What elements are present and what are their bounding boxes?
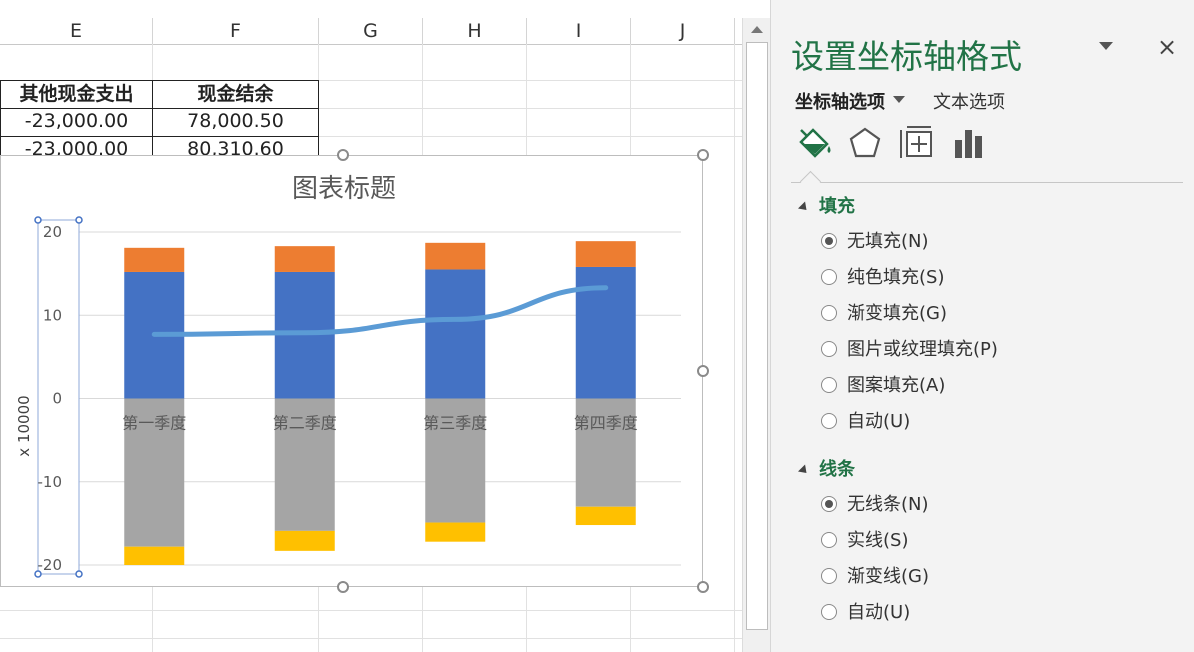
y-axis-selection-handle[interactable] [34, 216, 42, 224]
axis-options-icon[interactable] [949, 124, 989, 164]
section-fill-header[interactable]: 填充 [797, 192, 855, 218]
section-fill-title: 填充 [819, 196, 855, 217]
pane-options-dropdown-icon[interactable] [1099, 42, 1113, 50]
section-line-title: 线条 [819, 459, 855, 480]
option-label: 无线条(N) [847, 494, 929, 515]
radio-button-icon[interactable] [821, 341, 837, 357]
radio-button-icon[interactable] [821, 233, 837, 249]
chart-area[interactable]: 图表标题 x 10000 20 10 0 -10 -20 第一季度 第二季度 第三季度 第四季度 [0, 155, 703, 587]
x-tick-label[interactable]: 第一季度 [122, 414, 186, 433]
y-tick-label[interactable]: 20 [43, 223, 62, 241]
radio-button-icon[interactable] [821, 568, 837, 584]
chevron-down-icon[interactable] [893, 96, 905, 103]
chart-bar[interactable] [575, 506, 636, 526]
collapse-triangle-icon [797, 200, 811, 214]
x-tick-label[interactable]: 第三季度 [423, 414, 487, 433]
vertical-scrollbar[interactable] [742, 18, 771, 652]
gridline [0, 610, 742, 611]
chart-bar[interactable] [124, 546, 185, 565]
chart-bar[interactable] [274, 530, 335, 551]
pane-title: 设置坐标轴格式 [791, 37, 1022, 76]
scrollbar-thumb[interactable] [746, 42, 768, 630]
y-tick-label[interactable]: -20 [38, 556, 63, 574]
fill-line-icon[interactable] [795, 124, 835, 164]
chart-line-series[interactable] [151, 285, 609, 337]
x-tick-label[interactable]: 第二季度 [273, 414, 337, 433]
chart-resize-handle-right[interactable] [697, 365, 709, 377]
column-header-i[interactable]: I [527, 18, 631, 44]
spreadsheet-grid[interactable]: E F G H I J 其他现金支出 现金结余 -23,000.00 78,00… [0, 0, 742, 652]
table-header-cash-balance[interactable]: 现金结余 [152, 80, 319, 109]
collapse-triangle-icon [797, 463, 811, 477]
option-label: 无填充(N) [847, 231, 929, 252]
icon-bar-divider [791, 182, 1183, 183]
section-line-header[interactable]: 线条 [797, 455, 855, 481]
chart-bar[interactable] [425, 522, 486, 542]
chart-bar[interactable] [425, 269, 486, 399]
chart-resize-handle-bottom-right[interactable] [697, 581, 709, 593]
chart-bar[interactable] [575, 241, 636, 267]
y-axis-label[interactable]: x 10000 [15, 395, 33, 456]
radio-button-icon[interactable] [821, 496, 837, 512]
size-properties-icon[interactable] [897, 124, 937, 164]
column-header-h[interactable]: H [423, 18, 527, 44]
radio-button-icon[interactable] [821, 604, 837, 620]
option-label: 图案填充(A) [847, 375, 946, 396]
column-header-g[interactable]: G [319, 18, 423, 44]
x-tick-label[interactable]: 第四季度 [574, 414, 638, 433]
y-axis-selection-handle[interactable] [75, 216, 83, 224]
option-label: 实线(S) [847, 530, 909, 551]
effects-icon[interactable] [845, 124, 885, 164]
option-label: 自动(U) [847, 602, 911, 623]
option-label: 自动(U) [847, 411, 911, 432]
radio-button-icon[interactable] [821, 305, 837, 321]
radio-button-icon[interactable] [821, 269, 837, 285]
column-header-e[interactable]: E [0, 18, 153, 44]
table-cell[interactable]: 78,000.50 [152, 108, 319, 137]
chart-resize-handle-top[interactable] [337, 149, 349, 161]
table-cell[interactable]: -23,000.00 [0, 108, 153, 137]
option-label: 纯色填充(S) [847, 267, 945, 288]
radio-button-icon[interactable] [821, 377, 837, 393]
chart-resize-handle-bottom[interactable] [337, 581, 349, 593]
chart-bar[interactable] [425, 242, 486, 270]
y-tick-label[interactable]: 0 [52, 390, 62, 408]
radio-button-icon[interactable] [821, 532, 837, 548]
format-axis-pane: 设置坐标轴格式 × 坐标轴选项 文本选项 填充 无填充(N) 纯色填充(S) 渐… [770, 0, 1194, 652]
scroll-up-icon[interactable] [751, 26, 763, 33]
tab-axis-options[interactable]: 坐标轴选项 [795, 88, 885, 114]
y-tick-label[interactable]: -10 [38, 473, 63, 491]
gridline [0, 638, 742, 639]
tab-text-options[interactable]: 文本选项 [933, 88, 1005, 114]
column-header-f[interactable]: F [153, 18, 319, 44]
option-label: 图片或纹理填充(P) [847, 339, 998, 360]
column-header-j[interactable]: J [631, 18, 735, 44]
radio-button-icon[interactable] [821, 413, 837, 429]
chart-resize-handle-top-right[interactable] [697, 149, 709, 161]
option-label: 渐变线(G) [847, 566, 929, 587]
table-header-other-cash[interactable]: 其他现金支出 [0, 80, 153, 109]
chart-bar[interactable] [124, 247, 185, 272]
chart-title[interactable]: 图表标题 [292, 174, 396, 204]
y-tick-label[interactable]: 10 [43, 306, 62, 324]
chart-plot[interactable]: 图表标题 x 10000 20 10 0 -10 -20 第一季度 第二季度 第三季度 第四季度 [1, 156, 704, 588]
y-axis-selection-handle[interactable] [75, 570, 83, 578]
close-icon[interactable]: × [1157, 34, 1177, 60]
selected-icon-pointer [799, 170, 822, 193]
chart-bar[interactable] [274, 246, 335, 272]
option-label: 渐变填充(G) [847, 303, 947, 324]
